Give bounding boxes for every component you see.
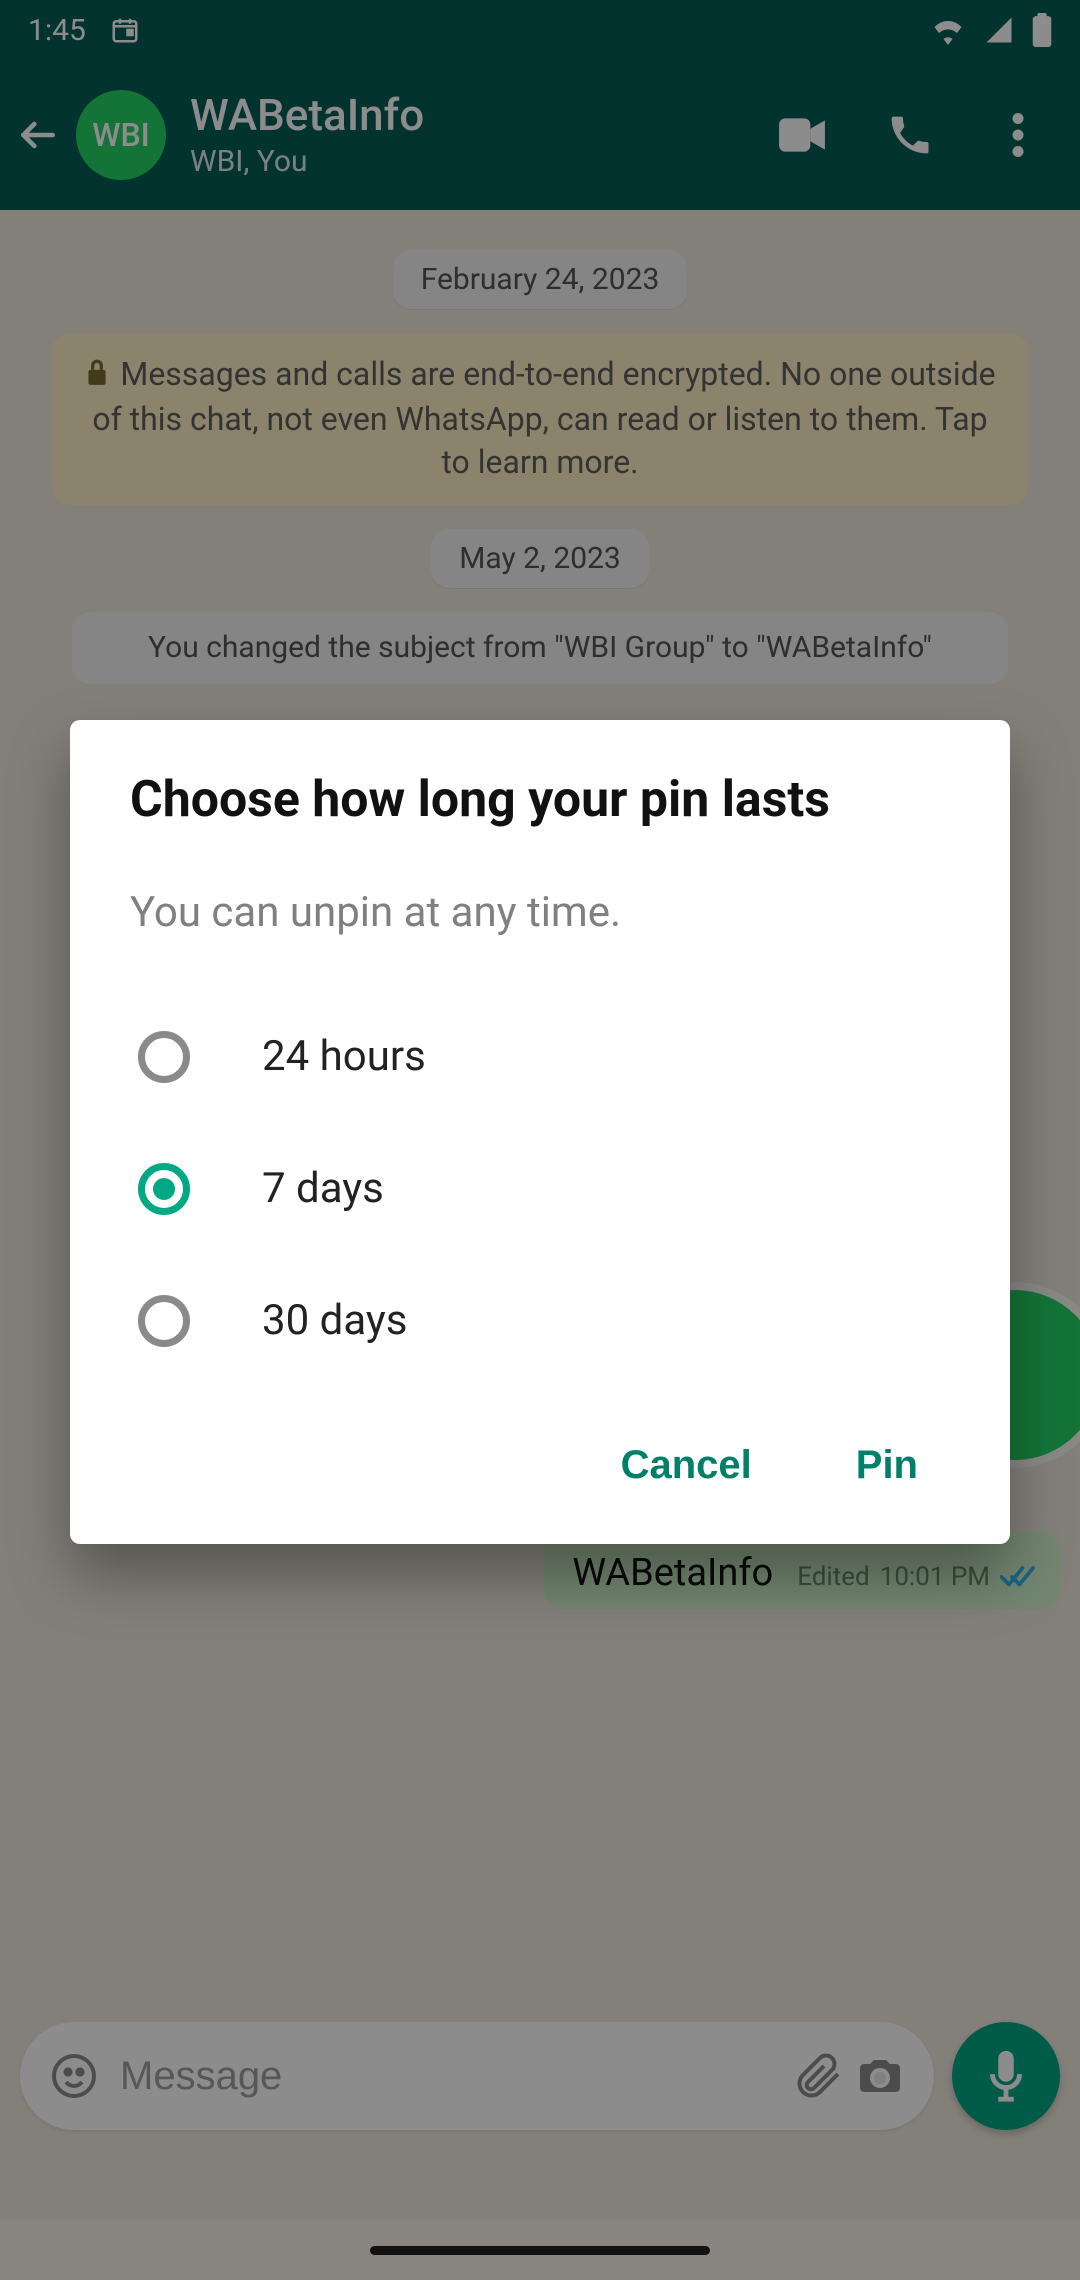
radio-icon [138,1031,190,1083]
dialog-subtitle: You can unpin at any time. [130,888,950,937]
radio-icon [138,1295,190,1347]
dialog-title: Choose how long your pin lasts [130,772,950,830]
pin-duration-dialog: Choose how long your pin lasts You can u… [70,720,1010,1544]
option-7-days[interactable]: 7 days [130,1123,950,1255]
option-30-days[interactable]: 30 days [130,1255,950,1387]
option-label: 24 hours [262,1032,426,1081]
screen: 1:45 [0,0,1080,2280]
pin-duration-options: 24 hours 7 days 30 days [130,991,950,1387]
option-24-hours[interactable]: 24 hours [130,991,950,1123]
option-label: 7 days [262,1164,384,1213]
cancel-button[interactable]: Cancel [609,1423,764,1508]
pin-button[interactable]: Pin [844,1423,930,1508]
radio-icon [138,1163,190,1215]
option-label: 30 days [262,1296,407,1345]
